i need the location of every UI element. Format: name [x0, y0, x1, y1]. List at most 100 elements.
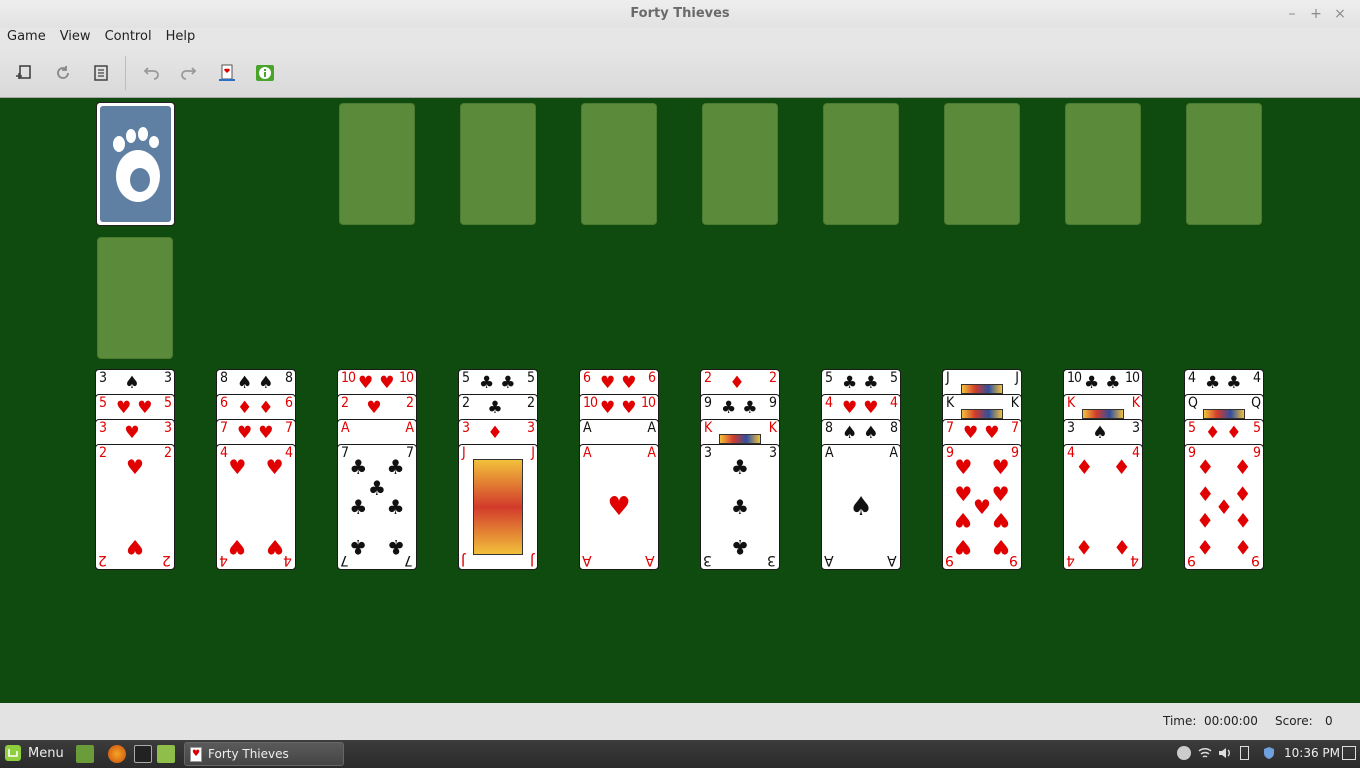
suit-pip: ♦ — [1233, 481, 1252, 506]
card-face: ♥ — [588, 463, 650, 551]
time-value: 00:00:00 — [1204, 714, 1258, 728]
card-rank: 2 — [163, 552, 171, 568]
foundation-slot[interactable] — [339, 103, 415, 225]
suit-pip: ♦ — [1215, 495, 1233, 519]
playing-card[interactable]: 4 4 ♦ ♦ ♦ ♦ 4 4 — [1063, 444, 1143, 570]
card-rank: 2 — [341, 395, 349, 411]
suit-pip: ♦ — [1233, 508, 1252, 533]
card-rank: 2 — [462, 395, 470, 411]
score-value: 0 — [1325, 714, 1333, 728]
redo-button[interactable] — [176, 60, 202, 86]
card-rank: 10 — [1124, 370, 1140, 386]
statistics-icon — [94, 65, 108, 81]
new-game-button[interactable] — [11, 60, 37, 86]
card-rank: 2 — [405, 395, 414, 411]
start-menu-button[interactable]: Menu — [4, 744, 64, 762]
maximize-button[interactable]: + — [1304, 4, 1328, 24]
foundation-slot[interactable] — [944, 103, 1020, 225]
menu-control[interactable]: Control — [98, 28, 159, 48]
firefox-icon[interactable] — [108, 745, 126, 763]
card-rank: K — [946, 395, 954, 411]
undo-icon — [143, 67, 159, 80]
card-rank: 10 — [640, 395, 656, 411]
suit-pip: ♥ — [954, 534, 973, 559]
card-face: ♦ ♦ ♦ ♦ — [1072, 457, 1134, 558]
card-rank: 3 — [704, 552, 712, 568]
foundation-slot[interactable] — [823, 103, 899, 225]
new-game-icon — [16, 65, 31, 79]
menu-view[interactable]: View — [53, 28, 98, 48]
card-rank: J — [946, 370, 950, 386]
card-rank: 5 — [1188, 420, 1196, 436]
card-rank: 4 — [825, 395, 833, 411]
foundation-slot[interactable] — [1065, 103, 1141, 225]
suit-pips: ♦♦ — [237, 398, 280, 418]
waste-pile[interactable] — [97, 237, 173, 359]
playing-card[interactable]: 9 9 ♥ ♥ ♥ ♥ ♥ ♥ ♥ ♥ ♥ 9 9 — [942, 444, 1022, 570]
user-icon[interactable] — [1177, 746, 1191, 760]
card-rank: 5 — [825, 370, 833, 386]
card-rank: 3 — [462, 420, 470, 436]
restart-button[interactable] — [50, 60, 76, 86]
suit-pips: ♥♥ — [116, 398, 159, 418]
card-rank: 6 — [220, 395, 228, 411]
files-icon[interactable] — [157, 745, 175, 763]
card-rank: 9 — [1188, 552, 1196, 568]
playing-card[interactable]: J J J J — [458, 444, 538, 570]
stock-pile[interactable] — [96, 102, 175, 226]
playing-card[interactable]: 3 3 ♣ ♣ ♣ 3 3 — [700, 444, 780, 570]
card-rank: A — [647, 420, 656, 436]
card-rank: 9 — [1252, 445, 1261, 461]
foundation-slot[interactable] — [1186, 103, 1262, 225]
minimize-button[interactable]: – — [1280, 4, 1304, 24]
volume-icon[interactable] — [1218, 746, 1232, 760]
playing-card[interactable]: 2 2 ♥ ♥ 2 2 — [95, 444, 175, 570]
taskbar: Menu ♥ Forty Thieves 10:36 PM — [0, 740, 1360, 768]
close-button[interactable]: × — [1328, 4, 1352, 24]
menu-game[interactable]: Game — [0, 28, 53, 48]
card-rank: 3 — [768, 445, 777, 461]
card-rank: 10 — [398, 370, 414, 386]
playing-card[interactable]: A A ♥ A A — [579, 444, 659, 570]
card-rank: 5 — [526, 370, 535, 386]
card-rank: 9 — [946, 445, 954, 461]
playing-card[interactable]: 4 4 ♥ ♥ ♥ ♥ 4 4 — [216, 444, 296, 570]
hint-button[interactable] — [252, 60, 278, 86]
card-rank: 4 — [1067, 445, 1075, 461]
playing-card[interactable]: 9 9 ♦ ♦ ♦ ♦ ♦ ♦ ♦ ♦ ♦ 9 9 — [1184, 444, 1264, 570]
wifi-icon[interactable] — [1198, 746, 1212, 760]
menu-help[interactable]: Help — [159, 28, 203, 48]
taskbar-window-forty-thieves[interactable]: ♥ Forty Thieves — [184, 742, 344, 766]
card-rank: 10 — [341, 370, 356, 386]
foundation-slot[interactable] — [702, 103, 778, 225]
workspace-icon[interactable] — [1342, 746, 1356, 760]
card-rank: Q — [1188, 395, 1198, 411]
redo-icon — [181, 67, 197, 80]
terminal-icon[interactable] — [134, 745, 152, 763]
card-rank: 3 — [99, 420, 107, 436]
battery-icon[interactable] — [1240, 746, 1249, 760]
suit-pip: ♥ — [973, 495, 991, 519]
playing-card[interactable]: A A ♠ A A — [821, 444, 901, 570]
show-desktop-icon[interactable] — [76, 745, 94, 763]
suit-pip: ♦ — [1196, 534, 1215, 559]
suit-pips: ♥♥ — [600, 398, 643, 418]
card-rank: 4 — [284, 552, 292, 568]
card-face: ♥ ♥ ♥ ♥ — [225, 457, 287, 558]
card-rank: 9 — [768, 395, 777, 411]
suit-pips: ♣♣ — [721, 398, 764, 418]
suit-pips: ♠♠ — [842, 423, 885, 443]
card-rank: 7 — [284, 420, 293, 436]
shield-icon[interactable] — [1262, 746, 1276, 760]
foundation-slot[interactable] — [460, 103, 536, 225]
deal-button[interactable] — [214, 60, 240, 86]
playing-card[interactable]: 7 7 ♣ ♣ ♣ ♣ ♣ ♣ ♣ 7 7 — [337, 444, 417, 570]
start-menu-label: Menu — [28, 745, 64, 761]
card-rank: 3 — [163, 420, 172, 436]
card-rank: K — [1067, 395, 1075, 411]
suit-pips: ♣♣ — [479, 373, 522, 393]
undo-button[interactable] — [138, 60, 164, 86]
card-rank: A — [647, 445, 656, 461]
statistics-button[interactable] — [88, 60, 114, 86]
foundation-slot[interactable] — [581, 103, 657, 225]
